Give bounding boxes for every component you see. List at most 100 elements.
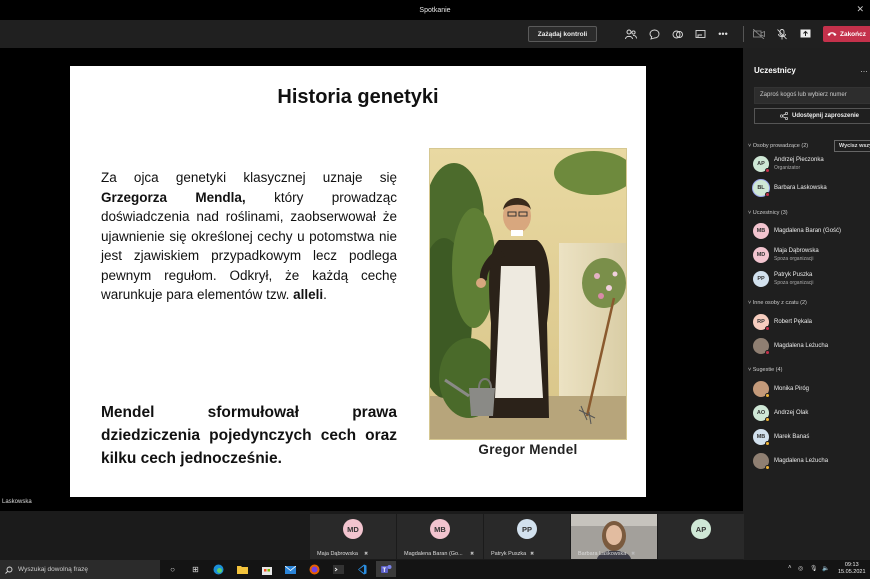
chevron-up-icon[interactable]: ˄ [788,565,792,571]
participant-name: Andrzej Olak [774,410,809,416]
participant-name: Magdalena Leżucha [774,458,829,464]
section-suggestions[interactable]: ˅ Sugestie (4) [748,367,782,373]
avatar-initials: MB [756,434,766,440]
widgets-icon[interactable]: ⊞ [189,563,202,576]
participant-item[interactable]: Magdalena Leżucha [753,336,870,358]
participant-item[interactable]: AP Andrzej Pieczonka Organizator [753,154,870,176]
avatar: MB [753,223,769,239]
participant-role: Spoza organizacji [774,280,814,286]
share-content-icon[interactable] [798,27,812,41]
camera-off-icon[interactable] [752,27,766,41]
presenter-name-label: Laskowska [2,499,32,505]
participant-name: Barbara Laskowska [774,185,827,191]
gallery-tile[interactable]: MB Magdalena Baran (Go... ✖ [397,514,483,559]
gallery-tile[interactable]: PP Patryk Puszka ✖ [484,514,570,559]
firefox-icon[interactable] [308,563,321,576]
participant-name: Robert Pękala [774,319,813,325]
section-label: Osoby prowadzące (2) [752,143,809,149]
teams-meeting-window: Spotkanie ✕ Zażądaj kontroli ••• Zakończ… [0,0,870,579]
gregor-mendel-portrait [429,148,627,440]
task-view-icon[interactable]: ○ [166,563,179,576]
mic-off-icon: ✖ [631,551,636,557]
avatar: AP [691,519,711,539]
participant-name: Monika Piróg [774,386,810,392]
section-attendees[interactable]: ˅ Uczestnicy (3) [748,210,788,216]
shared-screen-stage: Historia genetyki Za ojca genetyki klasy… [0,48,743,511]
avatar: MB [753,429,770,446]
participant-item[interactable]: MD Maja Dąbrowska Spoza organizacji [753,245,870,267]
teams-icon[interactable]: T [376,561,396,577]
participant-item[interactable]: RP Robert Pękala [753,312,870,334]
share-invite-button[interactable]: Udostępnij zaproszenie [754,108,870,124]
chat-icon[interactable] [647,27,661,41]
mic-off-icon: ✖ [364,551,369,557]
participant-role: Spoza organizacji [774,256,814,262]
participant-name: Marek Banaś [774,434,810,440]
gallery-tile-video[interactable]: Barbara Laskowska ✖ [571,514,657,559]
participants-icon[interactable] [624,27,638,41]
participant-item[interactable]: Magdalena Leżucha [753,451,870,473]
end-call-label: Zakończ [839,30,866,38]
portrait-caption: Gregor Mendel [478,442,578,457]
avatar-photo [753,381,770,398]
status-badge [765,393,770,398]
invite-input[interactable]: Zaproś kogoś lub wybierz numer [754,87,870,104]
terminal-icon[interactable] [332,563,345,576]
title-bar: Spotkanie ✕ [0,0,870,20]
more-actions-icon[interactable]: ••• [716,27,730,41]
clock-time: 09:13 [844,562,859,568]
mic-tray-icon[interactable]: 🎙 [810,565,818,572]
status-badge [765,441,770,446]
avatar: MD [343,519,363,539]
participant-item[interactable]: MB Marek Banaś [753,427,870,449]
slide-paragraph-text-1: Za ojca genetyki klasycznej uznaje się [101,170,397,185]
section-others-from-chat[interactable]: ˅ Inne osoby z czatu (2) [748,300,807,306]
mic-off-icon: ✖ [530,551,535,557]
mic-off-icon[interactable] [775,27,789,41]
close-icon[interactable]: ✕ [856,4,864,15]
vscode-icon[interactable] [355,563,368,576]
request-control-button[interactable]: Zażądaj kontroli [528,26,597,42]
network-icon[interactable]: ◎ [798,565,803,572]
gallery-tile[interactable]: AP [658,514,744,559]
reactions-icon[interactable] [670,27,684,41]
participant-name: Magdalena Baran (Go... [404,551,463,557]
avatar: AO [753,405,770,422]
participant-item[interactable]: PP Patryk Puszka Spoza organizacji [753,269,870,291]
slide-paragraph-bold-alleli: alleli [293,287,324,302]
file-explorer-icon[interactable] [236,563,249,576]
participant-item[interactable]: AO Andrzej Olak [753,403,870,425]
slide-paragraph-bold-name: Grzegorza Mendla, [101,189,246,205]
avatar-initials: BL [757,185,765,191]
participant-item[interactable]: Monika Piróg [753,379,870,401]
status-badge [765,326,770,331]
store-icon[interactable] [260,563,273,576]
panel-title: Uczestnicy [754,66,796,75]
gallery-tile[interactable]: MD Maja Dąbrowska ✖ [310,514,396,559]
participant-item[interactable]: BL Barbara Laskowska [753,178,870,200]
avatar: PP [517,519,537,539]
avatar-initials: AO [756,410,766,416]
mute-all-button[interactable]: Wycisz wszystkich [834,140,870,152]
participant-item[interactable]: MB Magdalena Baran (Gość) [753,221,870,243]
slide-conclusion: Mendel sformułował prawa dziedziczenia p… [101,404,397,467]
share-icon [780,112,788,120]
participants-panel: Uczestnicy … Zaproś kogoś lub wybierz nu… [745,48,870,560]
mail-icon[interactable] [284,563,297,576]
speaker-icon[interactable]: 🔈 [822,565,829,572]
section-presenters[interactable]: ˅ Osoby prowadzące (2) [748,143,808,149]
taskbar-clock[interactable]: 09:13 15.05.2021 [838,562,866,576]
clock-date: 15.05.2021 [838,569,866,575]
edge-icon[interactable] [212,563,225,576]
svg-text:T: T [382,568,386,574]
avatar-initials: PP [757,276,765,282]
taskbar-search[interactable]: Wyszukaj dowolną frazę [0,560,160,579]
end-call-button[interactable]: Zakończ [823,26,870,42]
more-options-icon[interactable]: … [860,65,868,74]
window-title: Spotkanie [419,6,451,14]
participant-name: Magdalena Baran (Gość) [774,228,842,234]
slide-paragraph-end: . [323,287,327,302]
share-screen-icon[interactable] [693,27,707,41]
windows-taskbar: Wyszukaj dowolną frazę ○ ⊞ T ˄ ◎ 🎙 🔈 09:… [0,560,870,579]
participant-name: Andrzej Pieczonka [774,157,824,163]
